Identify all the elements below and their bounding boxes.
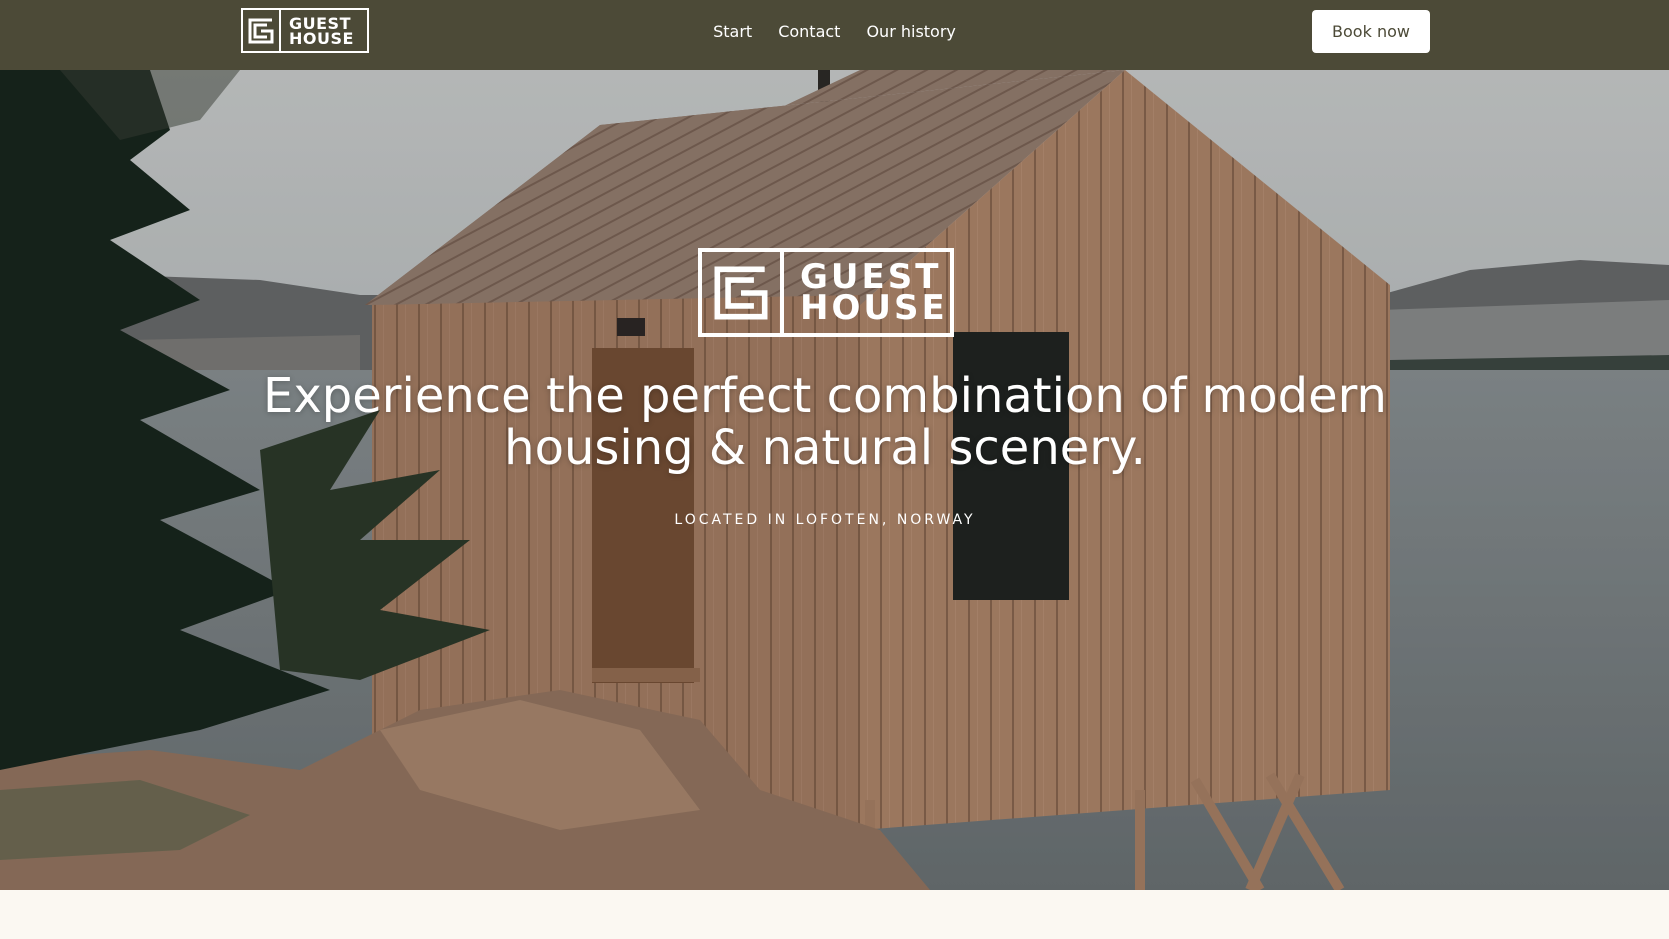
logo-g-icon [243,10,281,51]
top-navigation-bar: GUEST HOUSE Start Contact Our history Bo… [0,0,1669,70]
hero-headline: Experience the perfect combination of mo… [263,368,1387,476]
nav-link-contact[interactable]: Contact [778,22,840,41]
nav-link-our-history[interactable]: Our history [866,22,955,41]
logo-wordmark: GUEST HOUSE [281,15,367,48]
hero-overlay [0,70,1669,890]
hero-logo-line-2: HOUSE [800,287,948,328]
book-now-button[interactable]: Book now [1312,10,1430,53]
hero-logo-wordmark: GUEST HOUSE [784,260,950,328]
hero-section: GUEST HOUSE Experience the perfect combi… [0,70,1669,890]
logo-line-2: HOUSE [289,28,354,48]
nav-link-start[interactable]: Start [713,22,752,41]
content-section-start [0,890,1669,939]
hero-location-tagline: LOCATED IN LOFOTEN, NORWAY [674,512,976,528]
brand-logo[interactable]: GUEST HOUSE [241,8,369,53]
hero-logo-g-icon [702,252,784,333]
hero-brand-logo: GUEST HOUSE [698,248,954,337]
